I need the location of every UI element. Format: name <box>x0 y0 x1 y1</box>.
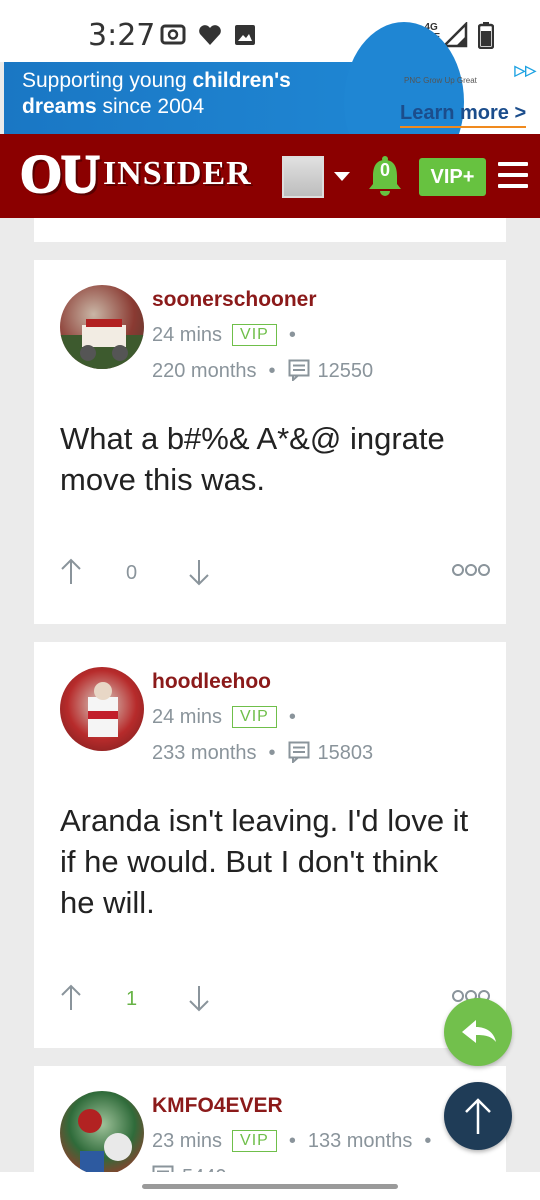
vote-score: 1 <box>126 988 138 1010</box>
more-options-icon[interactable] <box>452 562 490 578</box>
post-body: What a b#%& A*&@ ingrate move this was. <box>60 421 445 497</box>
downvote-arrow-icon[interactable] <box>188 558 210 586</box>
avatar[interactable] <box>60 1091 144 1175</box>
scroll-to-top-button[interactable] <box>444 1082 512 1150</box>
post-count: 15803 <box>317 742 374 764</box>
post-meta-line1: 23 mins VIP • 133 months • <box>152 1130 432 1152</box>
username[interactable]: hoodleehoo <box>152 670 271 694</box>
battery-icon <box>478 22 494 49</box>
site-logo[interactable]: OU INSIDER <box>19 143 252 205</box>
vote-score: 0 <box>126 562 138 584</box>
ad-headline: Supporting young children's dreams since… <box>22 69 291 118</box>
post-meta-line2: 233 months • 15803 <box>152 741 374 764</box>
ad-sponsor-logos: PNC Grow Up Great <box>404 76 477 85</box>
member-tenure: 233 months <box>152 742 257 764</box>
post-time[interactable]: 23 mins <box>152 1130 222 1152</box>
vip-badge: VIP <box>232 324 277 346</box>
post-card: KMFO4EVER 23 minsVIP•133 months• 5440 <box>34 1066 506 1186</box>
post-card: hoodleehoo 24 mins VIP • 233 months • 15803 … <box>34 642 506 1048</box>
post-time[interactable]: 24 mins <box>152 324 222 346</box>
member-tenure: 133 months <box>307 1130 413 1152</box>
member-tenure: 220 months <box>152 360 257 382</box>
vip-plus-button[interactable]: VIP+ <box>419 158 486 196</box>
notification-count: 0 <box>379 160 390 180</box>
image-icon <box>235 25 255 45</box>
vote-bar: 1 <box>60 984 490 1014</box>
status-time: 3:27 <box>88 18 156 53</box>
post-meta-line1: 24 mins VIP • <box>152 324 296 346</box>
user-avatar[interactable] <box>282 156 324 198</box>
post-card: soonerschooner 24 mins VIP • 220 months • 12… <box>34 260 506 624</box>
ad-learn-more-link[interactable]: Learn more > <box>400 102 527 128</box>
posts-icon <box>288 359 310 381</box>
username[interactable]: soonerschooner <box>152 288 317 312</box>
avatar[interactable] <box>60 667 144 751</box>
post-count: 12550 <box>317 360 374 382</box>
vote-bar: 0 <box>60 558 490 588</box>
upvote-arrow-icon[interactable] <box>60 558 82 586</box>
arrow-up-icon <box>465 1098 491 1134</box>
posts-icon <box>288 741 310 763</box>
avatar[interactable] <box>60 285 144 369</box>
post-body: Aranda isn't leaving. I'd love it if he … <box>60 803 469 920</box>
vip-badge: VIP <box>232 1130 277 1152</box>
username[interactable]: KMFO4EVER <box>152 1094 283 1118</box>
post-meta-line1: 24 mins VIP • <box>152 706 296 728</box>
hamburger-menu-icon[interactable] <box>498 162 528 188</box>
screen-cast-icon <box>160 24 186 45</box>
reply-icon <box>462 1020 496 1043</box>
ad-choices-icon[interactable]: ▷▷ <box>514 62 536 79</box>
post-meta-line2: 220 months • 12550 <box>152 359 374 382</box>
previous-post-card <box>34 218 506 242</box>
heart-icon <box>199 25 221 45</box>
upvote-arrow-icon[interactable] <box>60 984 82 1012</box>
chevron-down-icon[interactable] <box>334 172 350 181</box>
ad-banner[interactable]: Supporting young children's dreams since… <box>4 22 540 182</box>
status-bar: 3:27 4G LTE <box>0 0 540 62</box>
reply-button[interactable] <box>444 998 512 1066</box>
vip-badge: VIP <box>232 706 277 728</box>
downvote-arrow-icon[interactable] <box>188 984 210 1012</box>
gesture-nav-handle[interactable] <box>142 1184 398 1189</box>
post-time[interactable]: 24 mins <box>152 706 222 728</box>
